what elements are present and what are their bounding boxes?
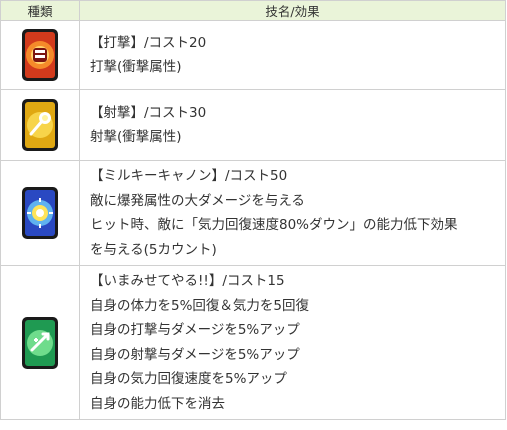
table-row: 【いまみせてやる!!】/コスト15 自身の体力を5%回復＆気力を5回復 自身の打…: [0, 265, 506, 420]
yellow-ki-blast-skill-card-icon: [22, 99, 58, 151]
skill-effect: 打撃(衝撃属性): [90, 59, 182, 75]
skill-effect: 自身の気力回復速度を5%アップ: [90, 371, 287, 387]
red-fist-skill-card-icon: [22, 29, 58, 81]
table-header-row: 種類 技名/効果: [0, 0, 506, 21]
skill-effect: 自身の打撃与ダメージを5%アップ: [90, 322, 300, 338]
skill-effect: 自身の体力を5%回復＆気力を5回復: [90, 297, 310, 314]
table-row: 【ミルキーキャノン】/コスト50 敵に爆発属性の大ダメージを与える ヒット時、敵…: [0, 160, 506, 266]
skill-effect: 射撃(衝撃属性): [90, 129, 182, 145]
skill-table: 種類 技名/効果 【打撃】/コスト20 打撃(衝撃属性) 【射撃】/コスト30 …: [0, 0, 506, 420]
skill-effect: 敵に爆発属性の大ダメージを与える: [90, 192, 305, 209]
green-buff-skill-card-icon: [22, 316, 58, 369]
blue-milky-cannon-skill-card-icon: [22, 187, 58, 239]
skill-name: 【打撃】/コスト20: [90, 34, 207, 51]
skill-effect: 自身の射撃与ダメージを5%アップ: [90, 346, 300, 363]
table-row: 【射撃】/コスト30 射撃(衝撃属性): [0, 89, 506, 161]
table-row: 【打撃】/コスト20 打撃(衝撃属性): [0, 20, 506, 90]
skill-effect: 自身の能力低下を消去: [90, 395, 225, 412]
skill-effect: を与える(5カウント): [90, 241, 217, 258]
skill-name: 【いまみせてやる!!】/コスト15: [90, 273, 285, 289]
skill-name: 【ミルキーキャノン】/コスト50: [90, 168, 288, 184]
type-column-header: 種類: [0, 0, 80, 21]
skill-column-header: 技名/効果: [79, 0, 506, 21]
skill-effect: ヒット時、敵に「気力回復速度80%ダウン」の能力低下効果: [90, 217, 458, 233]
skill-name: 【射撃】/コスト30: [90, 104, 207, 121]
